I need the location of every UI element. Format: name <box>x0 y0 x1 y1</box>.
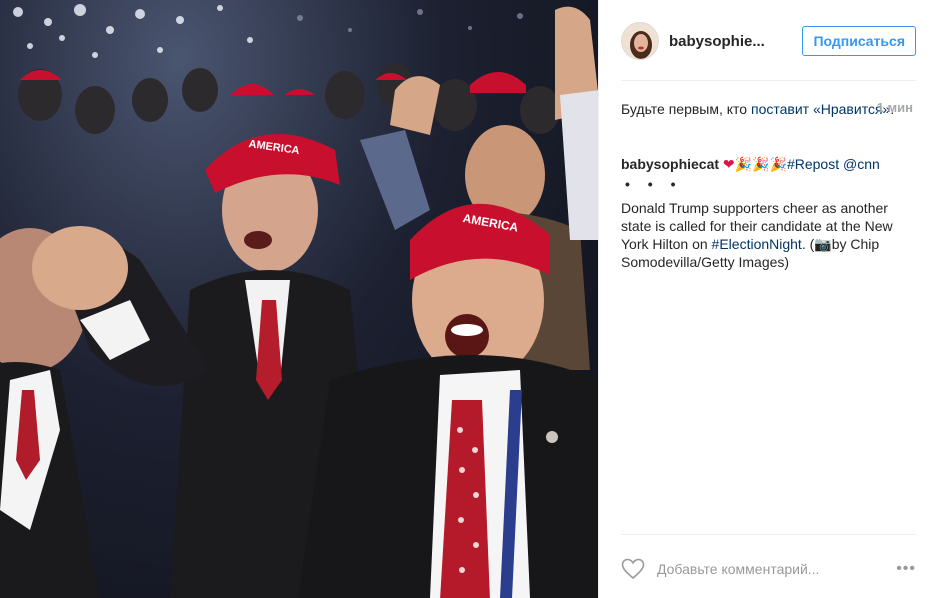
post-photo[interactable]: AMERICA AMERICA <box>0 0 598 598</box>
party-emoji: 🎉🎉🎉 <box>734 156 787 172</box>
more-options-icon[interactable]: ••• <box>896 560 916 578</box>
heart-outline-icon[interactable] <box>621 558 645 580</box>
mention-cnn[interactable]: @cnn <box>843 156 880 172</box>
caption-dots: • • • <box>625 176 683 192</box>
header-divider <box>621 80 916 81</box>
post-sidebar: babysophie... Подписаться Будьте первым,… <box>598 0 935 598</box>
hashtag-electionnight[interactable]: #ElectionNight <box>712 236 802 252</box>
camera-emoji: 📷 <box>814 236 832 252</box>
likes-line: Будьте первым, кто поставит «Нравится». <box>621 100 916 119</box>
comment-bar: ••• <box>621 554 916 584</box>
post-header: babysophie... Подписаться <box>621 19 916 63</box>
heart-emoji: ❤ <box>722 156 735 172</box>
like-prompt-link[interactable]: поставит «Нравится» <box>751 101 890 117</box>
crowd-illustration: AMERICA AMERICA <box>0 6 598 598</box>
comment-divider <box>621 534 916 535</box>
username[interactable]: babysophie... <box>669 33 779 50</box>
post-caption: babysophiecat ❤🎉🎉🎉#Repost @cnn • • • Don… <box>621 155 916 271</box>
follow-button[interactable]: Подписаться <box>802 26 916 56</box>
comment-input[interactable] <box>657 561 857 577</box>
avatar[interactable] <box>621 22 659 60</box>
caption-author[interactable]: babysophiecat <box>621 156 719 172</box>
hashtag-repost[interactable]: #Repost <box>787 156 839 172</box>
instagram-post: AMERICA AMERICA babysophie... Подписатьс… <box>0 0 935 598</box>
post-time[interactable]: 1 мин <box>877 100 913 115</box>
likes-prefix: Будьте первым, кто <box>621 101 751 117</box>
caption-text-2: . ( <box>801 236 815 252</box>
avatar-image <box>622 23 658 59</box>
